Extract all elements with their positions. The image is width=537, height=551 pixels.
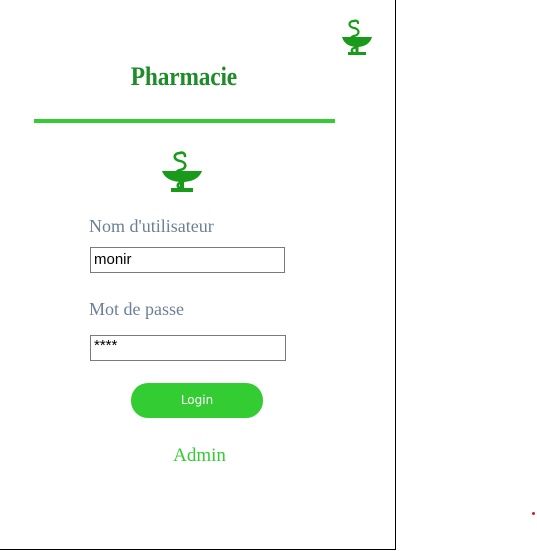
red-dot: [532, 512, 535, 515]
pharmacy-logo-icon: [162, 151, 202, 192]
app-title: Pharmacie: [130, 62, 238, 91]
password-label: Mot de passe: [89, 299, 184, 319]
admin-link[interactable]: Admin: [0, 445, 397, 467]
password-input[interactable]: ****: [90, 335, 286, 361]
login-window: Pharmacie Nom d'utilisateur monir Mot de…: [0, 0, 396, 550]
pharmacy-logo-icon: [342, 19, 372, 55]
username-input[interactable]: monir: [90, 247, 285, 273]
username-label: Nom d'utilisateur: [89, 216, 214, 236]
login-button[interactable]: Login: [131, 383, 263, 418]
title-divider: [34, 119, 335, 123]
